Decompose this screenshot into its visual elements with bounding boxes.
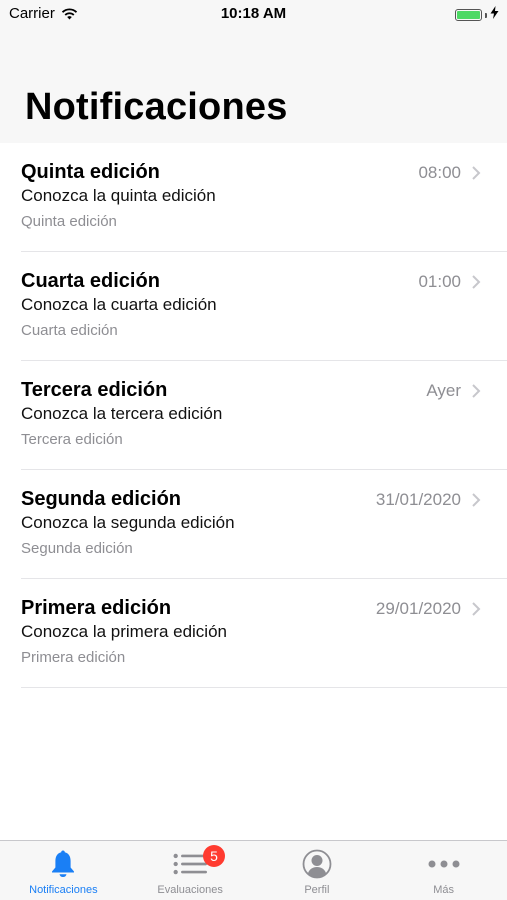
battery-indicator [455, 6, 499, 24]
tab-notificaciones[interactable]: Notificaciones [0, 841, 127, 900]
battery-icon [455, 9, 482, 21]
person-icon [300, 848, 334, 880]
tab-label: Más [433, 884, 455, 896]
charging-bolt-icon [490, 6, 499, 24]
notification-item[interactable]: Segunda edición Conozca la segunda edici… [0, 470, 507, 579]
tab-bar: Notificaciones Evaluaciones Perfil Más [0, 840, 507, 900]
notification-body: Conozca la cuarta edición [21, 295, 217, 314]
more-icon [427, 848, 461, 880]
tab-evaluaciones[interactable]: Evaluaciones [127, 841, 254, 900]
notification-tag: Tercera edición [21, 431, 123, 448]
notification-date: 31/01/2020 [375, 490, 461, 509]
notification-body: Conozca la quinta edición [21, 186, 216, 205]
notification-title: Tercera edición [21, 379, 168, 401]
notification-title: Quinta edición [21, 161, 160, 183]
battery-cap [485, 12, 487, 18]
evaluaciones-badge: 5 [203, 845, 225, 867]
notification-tag: Primera edición [21, 649, 126, 666]
status-time: 10:18 AM [220, 5, 287, 22]
chevron-right-icon [472, 493, 481, 507]
notification-body: Conozca la tercera edición [21, 404, 223, 423]
notification-tag: Quinta edición [21, 213, 117, 230]
notification-date: 08:00 [418, 163, 461, 182]
notification-body: Conozca la primera edición [21, 622, 227, 641]
notification-title: Segunda edición [21, 488, 182, 510]
notification-tag: Cuarta edición [21, 322, 118, 339]
notification-item[interactable]: Cuarta edición Conozca la cuarta edición… [0, 252, 507, 361]
notification-date: Ayer [426, 381, 461, 400]
tab-mas[interactable]: Más [380, 841, 507, 900]
notification-title: Primera edición [21, 597, 172, 619]
chevron-right-icon [472, 602, 481, 616]
status-bar: Carrier 10:18 AM [0, 0, 507, 28]
notification-tag: Segunda edición [21, 540, 133, 557]
page-title: Notificaciones [25, 86, 288, 128]
notification-item[interactable]: Quinta edición Conozca la quinta edición… [0, 143, 507, 252]
tab-label: Perfil [304, 884, 330, 896]
tab-label: Notificaciones [29, 884, 98, 896]
tab-perfil[interactable]: Perfil [254, 841, 381, 900]
notification-date: 01:00 [418, 272, 461, 291]
notification-title: Cuarta edición [21, 270, 160, 292]
tab-label: Evaluaciones [157, 884, 223, 896]
notification-item[interactable]: Tercera edición Conozca la tercera edici… [0, 361, 507, 470]
notification-date: 29/01/2020 [375, 599, 461, 618]
chevron-right-icon [472, 166, 481, 180]
notification-item[interactable]: Primera edición Conozca la primera edici… [0, 579, 507, 688]
list-icon [173, 848, 208, 880]
bell-icon [46, 848, 80, 880]
chevron-right-icon [472, 384, 481, 398]
notification-list: Quinta edición Conozca la quinta edición… [0, 143, 507, 688]
chevron-right-icon [472, 275, 481, 289]
notification-body: Conozca la segunda edición [21, 513, 235, 532]
battery-fill [457, 11, 480, 19]
